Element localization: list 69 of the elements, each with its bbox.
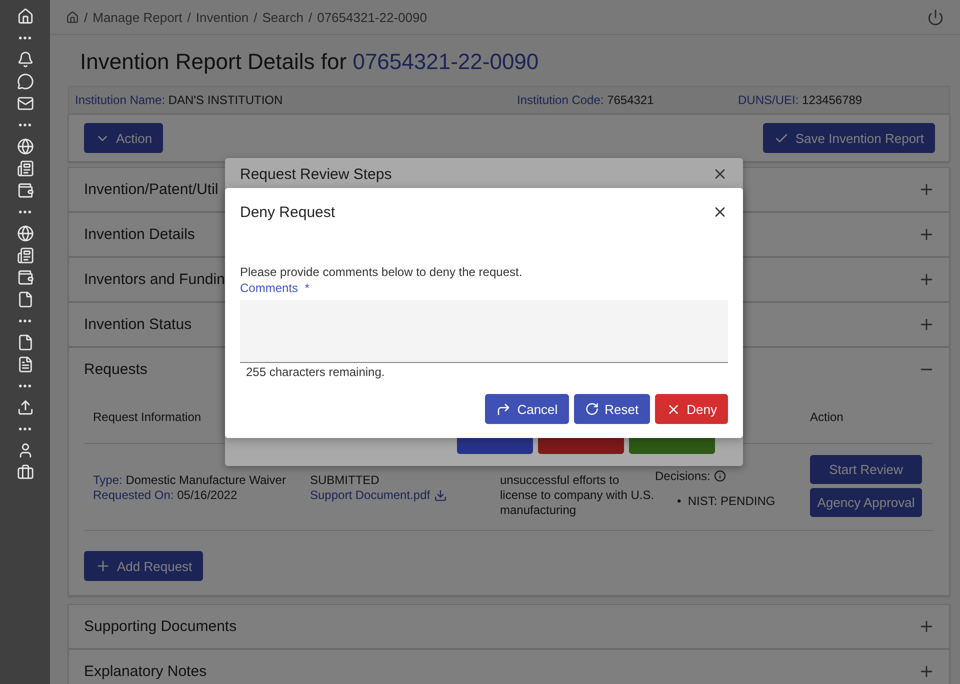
chat-icon[interactable] xyxy=(16,73,34,90)
section-title[interactable]: Explanatory Notes xyxy=(84,663,207,680)
briefcase-icon[interactable] xyxy=(16,464,34,481)
decision-item: • NIST: PENDING xyxy=(677,494,776,509)
upload-icon[interactable] xyxy=(16,399,34,416)
section-title[interactable]: Supporting Documents xyxy=(84,618,237,635)
deny-button[interactable]: Deny xyxy=(654,394,728,424)
page-title: Invention Report Details for 07654321-22-0090 xyxy=(80,49,540,75)
reset-icon xyxy=(584,402,599,416)
request-type: Type: Domestic Manufacture Waiver xyxy=(93,473,287,488)
decisions-label: Decisions: xyxy=(655,469,810,484)
breadcrumb-separator: / xyxy=(254,10,258,24)
expand-icon[interactable] xyxy=(918,226,935,243)
row-action-button[interactable]: Agency Approval xyxy=(810,488,922,517)
institution-field: DUNS/UEI: 123456789 xyxy=(738,93,938,107)
expand-icon[interactable] xyxy=(918,316,935,333)
section-title[interactable]: Invention/Patent/Util xyxy=(84,181,218,198)
expand-icon[interactable] xyxy=(918,271,935,288)
download-icon xyxy=(434,489,448,502)
breadcrumb-link[interactable]: 07654321-22-0090 xyxy=(317,10,427,24)
dialog-title: Deny Request xyxy=(240,204,336,221)
dialog-message: Please provide comments below to deny the request. xyxy=(240,265,524,279)
institution-field: Institution Name: DAN'S INSTITUTION xyxy=(75,93,517,107)
add-request-button[interactable]: Add Request xyxy=(84,551,204,581)
expand-icon[interactable] xyxy=(918,181,935,198)
comments-field[interactable] xyxy=(240,300,728,363)
cancel-button[interactable]: Cancel xyxy=(485,394,569,424)
file-icon[interactable] xyxy=(16,334,34,351)
globe-icon[interactable] xyxy=(16,138,34,155)
document-icon[interactable] xyxy=(16,247,34,264)
breadcrumb-link[interactable]: Invention xyxy=(196,10,249,24)
section-title[interactable]: Invention Details xyxy=(84,226,195,243)
reset-button[interactable]: Reset xyxy=(574,394,650,424)
breadcrumb-separator: / xyxy=(84,10,88,24)
row-action-button[interactable]: Start Review xyxy=(810,455,922,484)
characters-counter: 255 characters remaining. xyxy=(246,365,386,379)
expand-icon[interactable] xyxy=(918,618,935,635)
redirect-arrow-icon xyxy=(496,402,512,416)
globe-icon[interactable] xyxy=(16,225,34,242)
requested-date: Requested On: 05/16/2022 xyxy=(93,488,238,503)
status-text: SUBMITTED xyxy=(310,473,380,488)
expand-icon[interactable] xyxy=(918,663,935,680)
save-button[interactable]: Save Invention Report xyxy=(763,123,935,153)
breadcrumb-separator: / xyxy=(187,10,191,24)
column-header: Action xyxy=(810,410,844,424)
wallet-icon[interactable] xyxy=(16,269,34,286)
file-icon[interactable] xyxy=(16,291,34,308)
home-icon[interactable] xyxy=(66,10,79,24)
institution-field: Institution Code: 7654321 xyxy=(517,93,738,107)
mail-icon[interactable] xyxy=(16,95,34,112)
comments-label: Comments * xyxy=(240,281,310,295)
breadcrumb-separator: / xyxy=(308,10,312,24)
reason-text: unsuccessful efforts to license to company with U.S. manufacturing xyxy=(500,473,655,518)
document-link[interactable]: Support Document.pdf xyxy=(310,488,500,503)
column-header: Request Information xyxy=(93,410,202,424)
section-title[interactable]: Invention Status xyxy=(84,316,192,333)
section-title[interactable]: Inventors and Fundin xyxy=(84,271,225,288)
bell-icon[interactable] xyxy=(16,51,34,68)
info-icon[interactable] xyxy=(714,470,726,482)
breadcrumb-link[interactable]: Search xyxy=(262,10,304,24)
breadcrumb-link[interactable]: Manage Report xyxy=(92,10,182,24)
section-title[interactable]: Requests xyxy=(84,361,148,378)
plus-icon xyxy=(95,558,111,574)
document-icon[interactable] xyxy=(16,160,34,177)
power-icon[interactable] xyxy=(927,8,944,26)
pdf-file-icon[interactable] xyxy=(16,356,34,373)
dialog-title: Request Review Steps xyxy=(240,166,392,183)
action-button[interactable]: Action xyxy=(84,123,164,153)
wallet-icon[interactable] xyxy=(16,182,34,199)
